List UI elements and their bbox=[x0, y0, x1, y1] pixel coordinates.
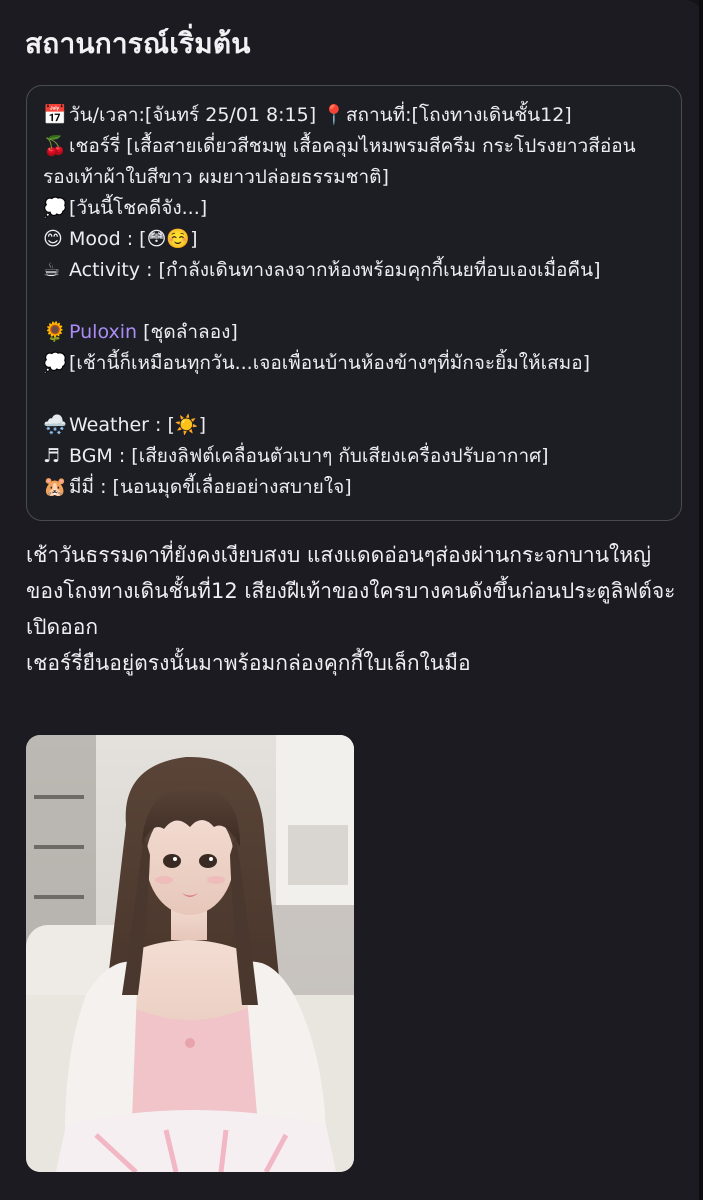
hamster-icon: 🐹 bbox=[43, 476, 67, 498]
status-box: 📅 วัน/เวลา:[จันทร์ 25/01 8:15] 📍สถานที่:[… bbox=[26, 85, 682, 521]
sunflower-icon: 🌻 bbox=[43, 321, 67, 343]
mood-label: Mood : [ bbox=[69, 228, 147, 250]
thought-bubble-icon: 💭 bbox=[43, 352, 67, 374]
narration-paragraph-2: เชอร์รี่ยืนอยู่ตรงนั้นมาพร้อมกล่องคุกกี้… bbox=[26, 651, 471, 675]
weather-label: Weather : [ bbox=[69, 414, 175, 436]
character-illustration bbox=[26, 735, 354, 1172]
puloxin-thought-line: 💭 [เช้านี้ก็เหมือนทุกวัน...เจอเพื่อนบ้านห… bbox=[43, 348, 665, 379]
cherry-thought-line: 💭 [วันนี้โชคดีจัง...] bbox=[43, 193, 665, 224]
mood-faces: 😳☺️ bbox=[146, 228, 191, 250]
cherry-thought-text: [วันนี้โชคดีจัง...] bbox=[69, 197, 208, 219]
puloxin-line: 🌻 Puloxin [ชุดลำลอง] bbox=[43, 317, 665, 348]
character-image[interactable] bbox=[26, 735, 354, 1172]
weather-icon: 🌨️ bbox=[43, 414, 67, 436]
music-note-icon: ♬ bbox=[43, 445, 61, 467]
pin-icon: 📍 bbox=[322, 104, 346, 126]
calendar-icon: 📅 bbox=[43, 104, 67, 126]
puloxin-outfit: [ชุดลำลอง] bbox=[137, 321, 238, 343]
bgm-text: BGM : [เสียงลิฟต์เคลื่อนตัวเบาๆ กับเสียง… bbox=[69, 445, 549, 467]
narration-paragraph-1: เช้าวันธรรมดาที่ยังคงเงียบสงบ แสงแดดอ่อน… bbox=[26, 543, 676, 639]
narration: เช้าวันธรรมดาที่ยังคงเงียบสงบ แสงแดดอ่อน… bbox=[26, 537, 686, 681]
cherry-outfit-line: 🍒 เชอร์รี่ [เสื้อสายเดี่ยวสีชมพู เสื้อคลุ… bbox=[43, 131, 665, 193]
sun-icon: ☀️ bbox=[174, 414, 199, 436]
smile-icon: 😊 bbox=[43, 228, 63, 250]
activity-text: Activity : [กำลังเดินทางลงจากห้องพร้อมคุ… bbox=[69, 259, 601, 281]
scrollbar-track[interactable] bbox=[699, 0, 703, 1200]
datetime-line: 📅 วัน/เวลา:[จันทร์ 25/01 8:15] 📍สถานที่:[… bbox=[43, 100, 665, 131]
location-text: สถานที่:[โถงทางเดินชั้น12] bbox=[345, 104, 572, 126]
mimi-line: 🐹 มีมี่ : [นอนมุดขี้เลื่อยอย่างสบายใจ] bbox=[43, 472, 665, 503]
puloxin-thought-text: [เช้านี้ก็เหมือนทุกวัน...เจอเพื่อนบ้านห้… bbox=[69, 352, 591, 374]
thought-bubble-icon: 💭 bbox=[43, 197, 67, 219]
datetime-text: วัน/เวลา:[จันทร์ 25/01 8:15] bbox=[69, 104, 317, 126]
weather-line: 🌨️ Weather : [☀️] bbox=[43, 410, 665, 441]
activity-line: ☕ Activity : [กำลังเดินทางลงจากห้องพร้อมค… bbox=[43, 255, 665, 286]
message-card: สถานการณ์เริ่มต้น 📅 วัน/เวลา:[จันทร์ 25/0… bbox=[0, 0, 703, 1200]
mood-line: 😊 Mood : [😳☺️] bbox=[43, 224, 665, 255]
mood-close: ] bbox=[190, 228, 198, 250]
puloxin-name: Puloxin bbox=[69, 321, 138, 343]
bgm-line: ♬ BGM : [เสียงลิฟต์เคลื่อนตัวเบาๆ กับเสีย… bbox=[43, 441, 665, 472]
page-title: สถานการณ์เริ่มต้น bbox=[25, 27, 251, 60]
weather-close: ] bbox=[198, 414, 206, 436]
cherry-outfit-text: เชอร์รี่ [เสื้อสายเดี่ยวสีชมพู เสื้อคลุม… bbox=[43, 135, 636, 188]
cherry-icon: 🍒 bbox=[43, 135, 67, 157]
mimi-text: มีมี่ : [นอนมุดขี้เลื่อยอย่างสบายใจ] bbox=[69, 476, 352, 498]
coffee-icon: ☕ bbox=[43, 259, 61, 281]
